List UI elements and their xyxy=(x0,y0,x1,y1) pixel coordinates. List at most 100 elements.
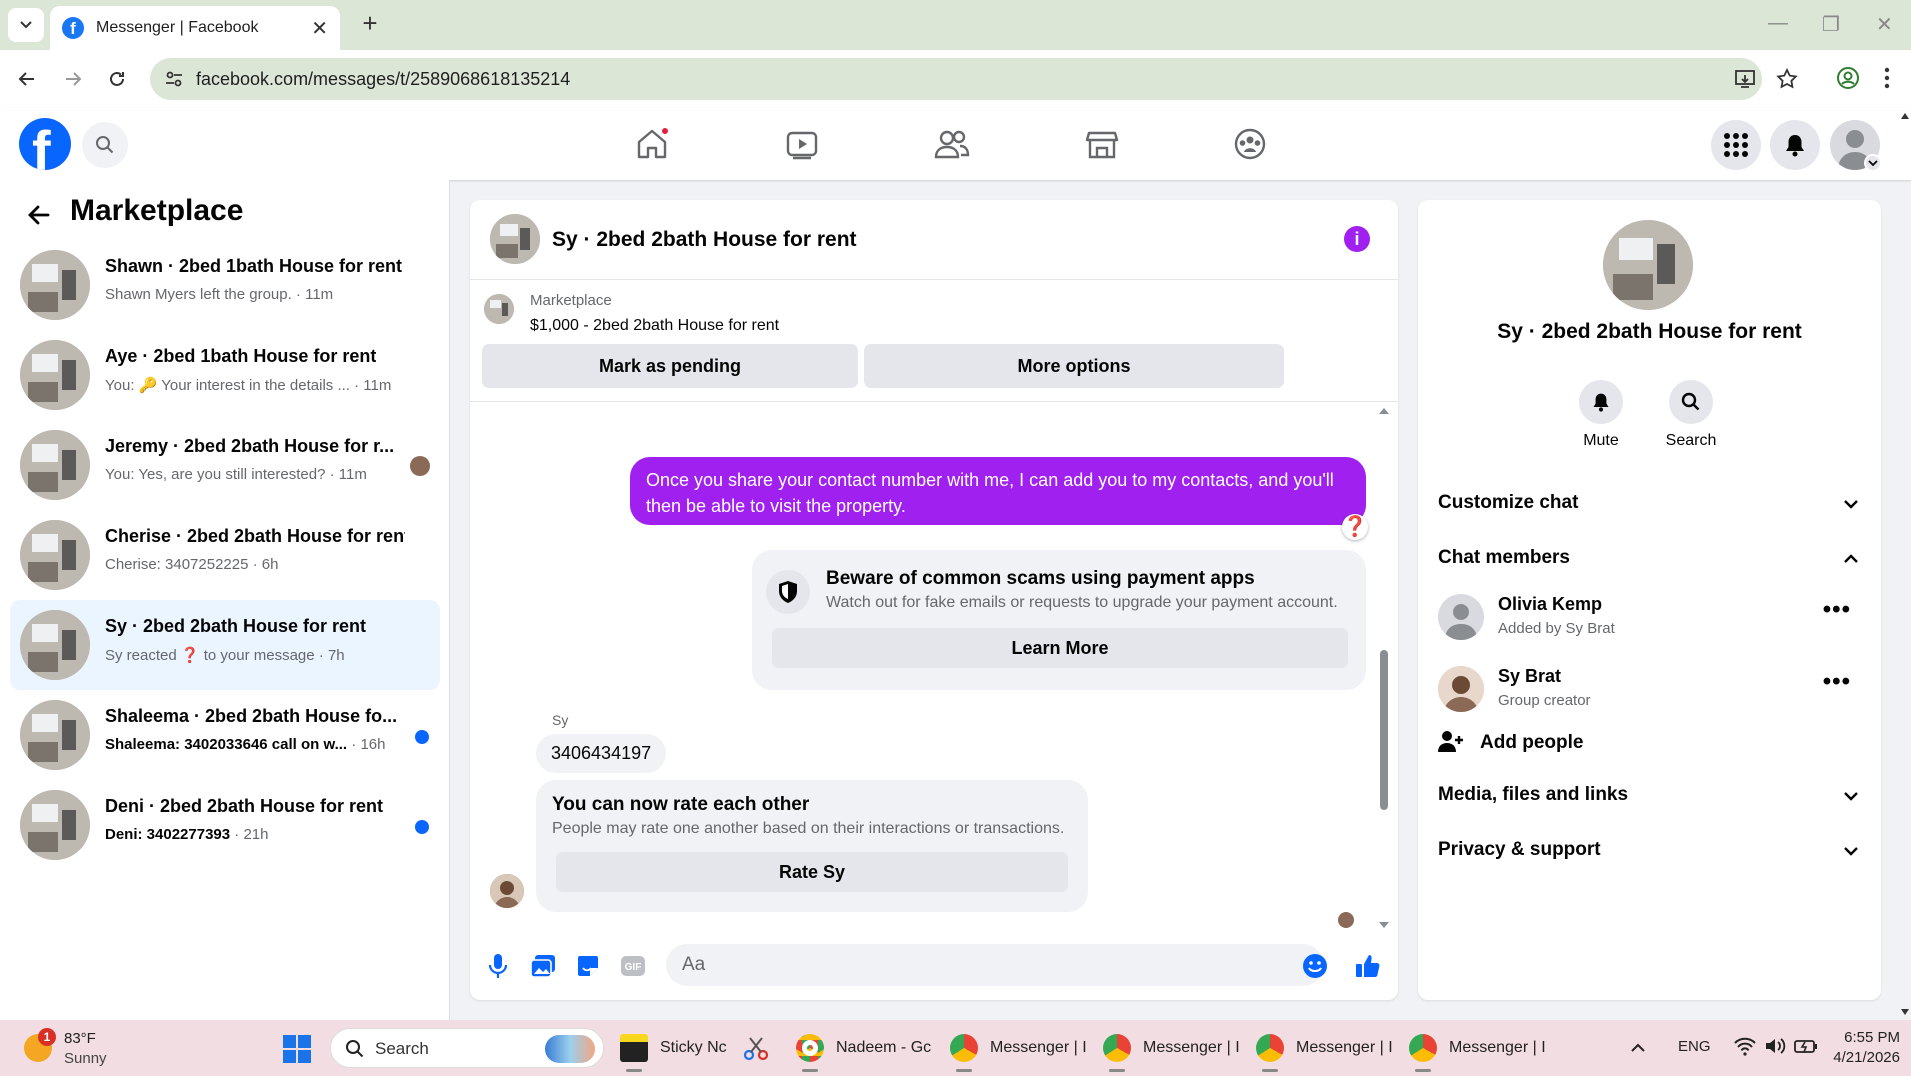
member-row[interactable]: Sy Brat Group creator ••• xyxy=(1438,662,1861,718)
mute-button[interactable] xyxy=(1579,380,1623,424)
windows-start-icon[interactable] xyxy=(282,1034,312,1064)
search-in-chat-button[interactable] xyxy=(1669,380,1713,424)
menu-grid-button[interactable] xyxy=(1711,120,1761,170)
media-files-links-section[interactable]: Media, files and links xyxy=(1438,784,1861,814)
conversation-avatar[interactable] xyxy=(20,610,90,680)
learn-more-button[interactable]: Learn More xyxy=(772,628,1348,668)
nav-groups[interactable] xyxy=(1220,120,1280,168)
scroll-up-icon[interactable] xyxy=(1378,406,1390,416)
conversation-item[interactable]: Sy · 2bed 2bath House for rent Sy reacted… xyxy=(10,600,440,690)
incoming-message-bubble[interactable]: 3406434197 xyxy=(536,734,667,773)
address-bar[interactable]: facebook.com/messages/t/2589068618135214 xyxy=(150,58,1798,100)
member-avatar[interactable] xyxy=(1438,666,1484,712)
gif-button[interactable]: GIF xyxy=(617,950,649,982)
restore-window-icon[interactable]: ❐ xyxy=(1822,12,1840,37)
language-indicator[interactable]: ENG xyxy=(1678,1038,1711,1055)
member-avatar[interactable] xyxy=(1438,594,1484,640)
member-options-icon[interactable]: ••• xyxy=(1823,596,1851,624)
chevron-up-icon[interactable] xyxy=(1630,1040,1646,1056)
conversation-item[interactable]: Cherise · 2bed 2bath House for rent Cheri… xyxy=(10,510,440,600)
taskbar-app-messenger-4[interactable]: Messenger | I xyxy=(1409,1028,1546,1072)
system-clock[interactable]: 6:55 PM 4/21/2026 xyxy=(1810,1028,1900,1068)
taskbar-app-messenger-2[interactable]: Messenger | I xyxy=(1103,1028,1240,1072)
url-text[interactable]: facebook.com/messages/t/2589068618135214 xyxy=(196,69,570,90)
emoji-icon[interactable] xyxy=(1302,953,1328,979)
conversation-item[interactable]: Shaleema · 2bed 2bath House fo... Shaleem… xyxy=(10,690,440,780)
new-tab-button[interactable]: + xyxy=(353,8,387,42)
tab-search-button[interactable] xyxy=(8,8,44,42)
sticker-button[interactable] xyxy=(572,950,604,982)
volume-icon[interactable] xyxy=(1764,1036,1786,1056)
conversation-item[interactable]: Deni · 2bed 2bath House for rent Deni: 34… xyxy=(10,780,440,870)
taskbar-app-chrome-nadeem[interactable]: Nadeem - Gc xyxy=(796,1028,931,1072)
member-row[interactable]: Olivia Kemp Added by Sy Brat ••• xyxy=(1438,590,1861,646)
account-chevron[interactable] xyxy=(1864,154,1882,172)
menu-dots-icon[interactable] xyxy=(1884,66,1890,90)
scroll-down-icon[interactable] xyxy=(1378,920,1390,930)
taskbar-app-messenger-1[interactable]: Messenger | I xyxy=(950,1028,1087,1072)
chat-title[interactable]: Sy · 2bed 2bath House for rent xyxy=(552,228,857,252)
rate-sy-button[interactable]: Rate Sy xyxy=(556,852,1068,892)
mute-action[interactable]: Mute xyxy=(1561,380,1641,450)
search-action[interactable]: Search xyxy=(1651,380,1731,450)
customize-chat-section[interactable]: Customize chat xyxy=(1438,492,1861,522)
chat-members-section[interactable]: Chat members xyxy=(1438,547,1861,577)
nav-marketplace[interactable] xyxy=(1072,120,1132,168)
message-input[interactable] xyxy=(666,944,1324,986)
minimize-window-icon[interactable]: — xyxy=(1768,12,1788,35)
taskbar-app-sticky-notes[interactable]: Sticky Nc xyxy=(620,1028,727,1072)
close-window-icon[interactable]: ✕ xyxy=(1876,12,1893,37)
page-scroll-up-icon[interactable] xyxy=(1900,112,1910,120)
taskbar-search-box[interactable]: Search xyxy=(330,1028,604,1068)
conversation-item[interactable]: Aye · 2bed 1bath House for rent You: 🔑 Yo… xyxy=(10,330,440,420)
chat-info-avatar[interactable] xyxy=(1603,220,1693,310)
reload-button[interactable] xyxy=(102,64,132,94)
conversation-avatar[interactable] xyxy=(20,520,90,590)
info-icon[interactable]: i xyxy=(1344,226,1370,252)
weather-widget[interactable]: 1 83°F Sunny xyxy=(24,1028,144,1070)
facebook-search-button[interactable] xyxy=(82,122,128,168)
thread-scrollbar[interactable] xyxy=(1378,402,1390,932)
house-photo-icon xyxy=(484,294,514,324)
listing-thumbnail[interactable] xyxy=(484,294,514,324)
back-button[interactable] xyxy=(12,64,42,94)
outgoing-message-bubble[interactable]: Once you share your contact number with … xyxy=(630,457,1366,525)
bookmark-star-icon[interactable] xyxy=(1776,68,1798,90)
site-info-icon[interactable] xyxy=(164,69,184,89)
facebook-logo-icon[interactable]: f xyxy=(19,118,71,170)
conversation-avatar[interactable] xyxy=(20,700,90,770)
listing-title[interactable]: $1,000 - 2bed 2bath House for rent xyxy=(530,317,779,335)
browser-tab[interactable]: f Messenger | Facebook ✕ xyxy=(50,6,340,50)
chat-avatar[interactable] xyxy=(490,214,540,264)
add-people-button[interactable]: Add people xyxy=(1438,730,1583,760)
page-scroll-down-icon[interactable] xyxy=(1900,1008,1910,1016)
message-reaction[interactable]: ❓ xyxy=(1342,514,1368,540)
mark-as-pending-button[interactable]: Mark as pending xyxy=(482,344,858,388)
taskbar-app-snipping-tool[interactable] xyxy=(742,1028,770,1068)
nav-friends[interactable] xyxy=(922,120,982,168)
scrollbar-thumb[interactable] xyxy=(1380,650,1388,810)
arrow-left-icon[interactable] xyxy=(26,202,52,228)
voice-clip-button[interactable] xyxy=(482,950,514,982)
conversation-avatar[interactable] xyxy=(20,340,90,410)
taskbar-app-messenger-3[interactable]: Messenger | I xyxy=(1256,1028,1393,1072)
profile-icon[interactable] xyxy=(1836,66,1860,90)
conversation-item[interactable]: Jeremy · 2bed 2bath House for r... You: Y… xyxy=(10,420,440,510)
attach-photo-button[interactable] xyxy=(527,950,559,982)
close-tab-icon[interactable]: ✕ xyxy=(311,16,328,41)
notifications-button[interactable] xyxy=(1770,120,1820,170)
install-app-icon[interactable] xyxy=(1734,68,1756,90)
nav-home[interactable] xyxy=(622,120,682,168)
privacy-support-section[interactable]: Privacy & support xyxy=(1438,839,1861,869)
nav-video[interactable] xyxy=(772,120,832,168)
sender-avatar[interactable] xyxy=(490,874,524,908)
send-like-button[interactable] xyxy=(1352,950,1384,982)
wifi-icon[interactable] xyxy=(1734,1036,1756,1056)
member-options-icon[interactable]: ••• xyxy=(1823,668,1851,696)
forward-button[interactable] xyxy=(58,64,88,94)
more-options-button[interactable]: More options xyxy=(864,344,1284,388)
conversation-avatar[interactable] xyxy=(20,430,90,500)
conversation-item[interactable]: Shawn · 2bed 1bath House for rent Shawn M… xyxy=(10,240,440,330)
conversation-avatar[interactable] xyxy=(20,790,90,860)
conversation-avatar[interactable] xyxy=(20,250,90,320)
